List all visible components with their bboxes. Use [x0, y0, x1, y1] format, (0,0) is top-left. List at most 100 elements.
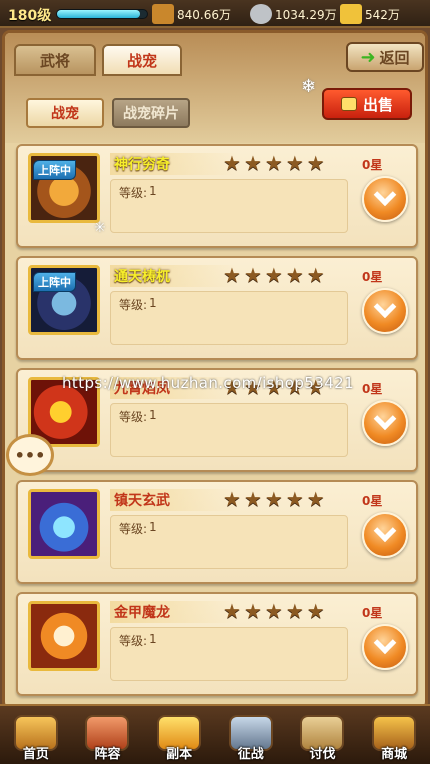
pet-level-box: 等级: 1 [110, 179, 348, 233]
sell-button[interactable]: 出售 [322, 88, 412, 120]
pet-card[interactable]: 上阵中 通天梼杌 ★ ★ ★ ★ ★ 0星 等级: 1 [16, 256, 418, 360]
level-label: 等级: [119, 522, 148, 536]
snowflake-icon: ❄ [301, 76, 317, 97]
nav-label: 商城 [381, 747, 408, 762]
pet-card[interactable]: 金甲魔龙 ★ ★ ★ ★ ★ 0星 等级: 1 [16, 592, 418, 696]
pet-level-box: 等级: 1 [110, 627, 348, 681]
star-icon: ★ [264, 151, 283, 175]
pet-name: 镇天玄武 [114, 493, 170, 509]
pet-portrait[interactable]: 上阵中 [28, 265, 100, 335]
nav-label: 阵容 [94, 747, 121, 762]
ingot-resource[interactable]: 542万 [340, 3, 400, 25]
level-value: 1 [149, 408, 157, 422]
star-count: 0星 [362, 382, 383, 396]
exp-bar [56, 9, 148, 19]
nav-item[interactable]: 商城 [363, 704, 425, 762]
star-icon: ★ [306, 151, 325, 175]
star-icon: ★ [306, 599, 325, 623]
gold-amount: 840.66万 [177, 7, 231, 22]
watermark-text: https://www.huzhan.com/ishop53421 [62, 374, 355, 392]
pet-portrait[interactable] [28, 489, 100, 559]
star-icon: ★ [243, 263, 262, 287]
nav-label: 首页 [22, 747, 49, 762]
star-icon: ★ [223, 487, 241, 511]
chat-icon: ••• [14, 445, 46, 465]
chevron-down-icon [373, 295, 397, 319]
star-icon: ★ [264, 487, 283, 511]
chat-bubble-button[interactable]: ••• [6, 434, 54, 476]
silver-icon [250, 4, 272, 24]
pet-portrait[interactable]: 上阵中 [28, 153, 100, 223]
pet-level-box: 等级: 1 [110, 291, 348, 345]
level-label: 等级: [119, 634, 148, 648]
onstage-badge: 上阵中 [33, 272, 76, 292]
expand-button[interactable] [362, 288, 408, 334]
bottom-nav: 首页 阵容 副本 征战 讨伐 商城 [0, 704, 430, 764]
nav-label: 副本 [166, 747, 193, 762]
star-icon: ★ [223, 599, 241, 623]
level-label: 等级: [119, 410, 148, 424]
subtab-pets[interactable]: 战宠 [26, 98, 104, 128]
snowflake-icon: ✳ [94, 220, 106, 236]
chevron-down-icon [373, 183, 397, 207]
star-icon: ★ [264, 263, 283, 287]
expand-button[interactable] [362, 400, 408, 446]
nav-item[interactable]: 阵容 [76, 704, 138, 762]
level-value: 1 [149, 632, 157, 646]
nav-item[interactable]: 征战 [220, 704, 282, 762]
expand-button[interactable] [362, 624, 408, 670]
tab-pets[interactable]: 战宠 [102, 44, 182, 76]
pet-name-bar: 金甲魔龙 [110, 601, 238, 623]
nav-label: 征战 [237, 747, 264, 762]
pet-name: 通天梼杌 [114, 269, 170, 285]
chevron-down-icon [373, 631, 397, 655]
star-icon: ★ [306, 487, 325, 511]
ingot-amount: 542万 [365, 7, 400, 22]
star-icon: ★ [264, 599, 283, 623]
onstage-badge: 上阵中 [33, 160, 76, 180]
star-rating: ★ ★ ★ ★ ★ [223, 487, 325, 511]
gold-resource[interactable]: 840.66万 [152, 3, 231, 25]
nav-item[interactable]: 讨伐 [291, 704, 353, 762]
pet-name: 神行穷奇 [114, 157, 170, 173]
subtab-pet-fragments[interactable]: 战宠碎片 [112, 98, 190, 128]
player-level: 180级 [8, 8, 52, 24]
silver-amount: 1034.29万 [275, 7, 337, 22]
chevron-down-icon [373, 519, 397, 543]
star-icon: ★ [285, 263, 304, 287]
pet-card[interactable]: 上阵中 神行穷奇 ★ ★ ★ ★ ★ 0星 等级: 1 [16, 144, 418, 248]
expand-button[interactable] [362, 176, 408, 222]
nav-item[interactable]: 副本 [148, 704, 210, 762]
level-value: 1 [149, 184, 157, 198]
star-icon: ★ [243, 487, 262, 511]
star-rating: ★ ★ ★ ★ ★ [223, 599, 325, 623]
pet-level-box: 等级: 1 [110, 403, 348, 457]
ingot-icon [340, 4, 362, 24]
back-button[interactable]: ➜ 返回 [346, 42, 424, 72]
nav-item[interactable]: 首页 [5, 704, 67, 762]
silver-resource[interactable]: 1034.29万 [250, 3, 337, 25]
pet-name-bar: 通天梼杌 [110, 265, 238, 287]
level-value: 1 [149, 520, 157, 534]
star-count: 0星 [362, 606, 383, 620]
level-label: 等级: [119, 298, 148, 312]
star-count: 0星 [362, 494, 383, 508]
level-value: 1 [149, 296, 157, 310]
chevron-down-icon [373, 407, 397, 431]
level-label: 等级: [119, 186, 148, 200]
star-icon: ★ [243, 599, 262, 623]
star-rating: ★ ★ ★ ★ ★ [223, 151, 325, 175]
expand-button[interactable] [362, 512, 408, 558]
star-icon: ★ [223, 263, 241, 287]
tab-generals[interactable]: 武将 [14, 44, 96, 76]
star-icon: ★ [306, 263, 325, 287]
star-icon: ★ [285, 599, 304, 623]
pet-card[interactable]: 镇天玄武 ★ ★ ★ ★ ★ 0星 等级: 1 [16, 480, 418, 584]
pet-name-bar: 镇天玄武 [110, 489, 238, 511]
star-icon: ★ [285, 151, 304, 175]
star-icon: ★ [243, 151, 262, 175]
star-icon: ★ [285, 487, 304, 511]
pet-name-bar: 神行穷奇 [110, 153, 238, 175]
pet-portrait[interactable] [28, 601, 100, 671]
bag-icon [340, 97, 357, 111]
